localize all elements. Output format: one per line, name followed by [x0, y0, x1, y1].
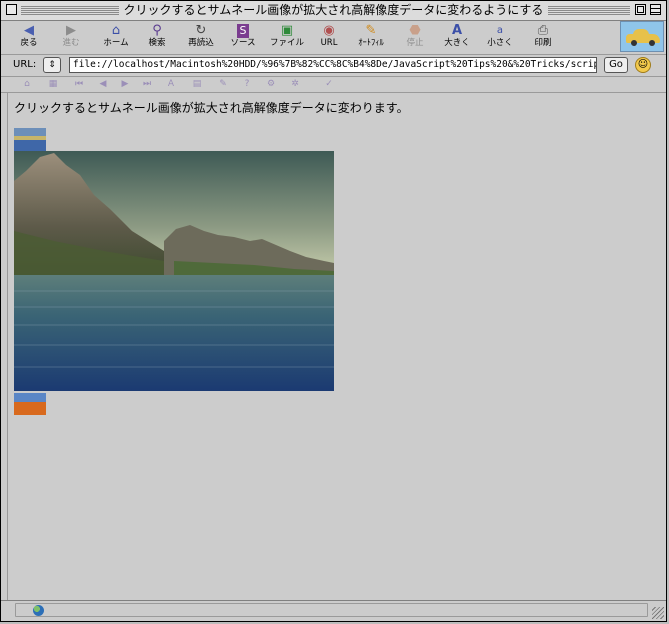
status-bar: [1, 600, 666, 621]
autofill-button-label: ｵｰﾄﾌｨﾙ: [358, 38, 384, 48]
thumbnail-seascape[interactable]: [14, 128, 46, 151]
grid-small-icon[interactable]: ▦: [47, 78, 59, 90]
enlarged-image[interactable]: [14, 151, 334, 391]
gear-small-icon[interactable]: ✲: [289, 78, 301, 90]
prev-small-icon[interactable]: ◀: [97, 78, 109, 90]
url-button-label: URL: [320, 38, 338, 48]
stop-button[interactable]: ⬣ 停止: [391, 22, 439, 53]
house-icon: ⌂: [111, 23, 121, 38]
settings-small-icon[interactable]: ⚙: [265, 78, 277, 90]
button-bar: ⌂ ▦ ⏮ ◀ ▶ ⏭ A ▤ ✎ ? ⚙ ✲ ✓: [1, 77, 666, 93]
forward-button[interactable]: ▶ 進む: [47, 22, 95, 53]
larger-text-button[interactable]: A 大きく: [433, 22, 481, 53]
file-button-label: ファイル: [269, 38, 304, 48]
help-small-icon[interactable]: ?: [241, 78, 253, 90]
source-button-label: ソース: [230, 38, 256, 48]
window-title: クリックするとサムネール画像が拡大され高解像度データに変わるようにする: [118, 3, 549, 17]
page-message: クリックするとサムネール画像が拡大され高解像度データに変わります。: [14, 101, 409, 115]
next-small-icon[interactable]: ▶: [119, 78, 131, 90]
page-content: クリックするとサムネール画像が拡大され高解像度データに変わります。: [7, 93, 663, 601]
font-larger-icon: A: [451, 23, 463, 38]
reload-icon: ↻: [195, 23, 207, 38]
autofill-button[interactable]: ✎ ｵｰﾄﾌｨﾙ: [347, 22, 395, 53]
file-button[interactable]: ▣ ファイル: [263, 22, 311, 53]
larger-text-button-label: 大きく: [444, 38, 470, 48]
check-small-icon[interactable]: ✓: [323, 78, 335, 90]
logo-car-wheel: [649, 40, 655, 46]
toolbar: ◀ 戻る ▶ 進む ⌂ ホーム ⚲ 検索 ↻ 再読込 S ソース ▣ ファイル …: [1, 21, 666, 55]
collapse-box[interactable]: [650, 4, 661, 15]
font-smaller-icon: a: [496, 25, 504, 36]
font-small-icon[interactable]: A: [165, 78, 177, 90]
status-field: [15, 603, 648, 617]
title-bar[interactable]: クリックするとサムネール画像が拡大され高解像度データに変わるようにする: [1, 1, 666, 21]
browser-logo[interactable]: [620, 21, 664, 52]
last-small-icon[interactable]: ⏭: [141, 78, 153, 90]
search-button[interactable]: ⚲ 検索: [133, 22, 181, 53]
globe-icon: [33, 605, 44, 616]
go-button[interactable]: Go: [604, 57, 628, 73]
resize-grip-icon[interactable]: [652, 607, 664, 619]
enlarged-image-art: [14, 151, 334, 391]
url-label: URL:: [13, 59, 37, 70]
magnifier-icon: ⚲: [152, 23, 162, 38]
back-button-label: 戻る: [20, 38, 38, 48]
smaller-text-button[interactable]: a 小さく: [476, 22, 524, 53]
thumbnail-desert[interactable]: [14, 393, 46, 415]
forward-button-label: 進む: [62, 38, 80, 48]
print-button[interactable]: ⎙ 印刷: [519, 22, 567, 53]
window-title-wrapper: クリックするとサムネール画像が拡大され高解像度データに変わるようにする: [1, 3, 666, 18]
edit-small-icon[interactable]: ✎: [217, 78, 229, 90]
url-history-popup[interactable]: ⇕: [43, 57, 61, 73]
logo-car-wheel: [631, 40, 637, 46]
reload-button[interactable]: ↻ 再読込: [177, 22, 225, 53]
arrow-right-icon: ▶: [66, 23, 76, 38]
browser-window: クリックするとサムネール画像が拡大され高解像度データに変わるようにする ◀ 戻る…: [0, 0, 667, 622]
first-small-icon[interactable]: ⏮: [73, 78, 85, 90]
source-button[interactable]: S ソース: [219, 22, 267, 53]
zoom-box[interactable]: [635, 4, 646, 15]
stop-button-label: 停止: [406, 38, 424, 48]
autofill-icon: ✎: [365, 23, 377, 38]
smaller-text-button-label: 小さく: [487, 38, 513, 48]
search-button-label: 検索: [148, 38, 166, 48]
print-button-label: 印刷: [534, 38, 552, 48]
smiley-icon[interactable]: ☺: [635, 57, 651, 73]
url-field[interactable]: file://localhost/Macintosh%20HDD/%96%7B%…: [69, 57, 597, 73]
back-button[interactable]: ◀ 戻る: [5, 22, 53, 53]
source-s-icon: S: [237, 24, 249, 38]
page-small-icon[interactable]: ▤: [191, 78, 203, 90]
printer-icon: ⎙: [537, 23, 549, 38]
url-button[interactable]: ◉ URL: [305, 22, 353, 53]
arrow-left-icon: ◀: [24, 23, 34, 38]
stop-octagon-icon: ⬣: [409, 23, 421, 38]
reload-button-label: 再読込: [188, 38, 214, 48]
globe-icon: ◉: [323, 23, 335, 38]
address-bar: URL: ⇕ file://localhost/Macintosh%20HDD/…: [1, 55, 666, 77]
file-icon: ▣: [280, 23, 294, 38]
home-small-icon[interactable]: ⌂: [21, 78, 33, 90]
